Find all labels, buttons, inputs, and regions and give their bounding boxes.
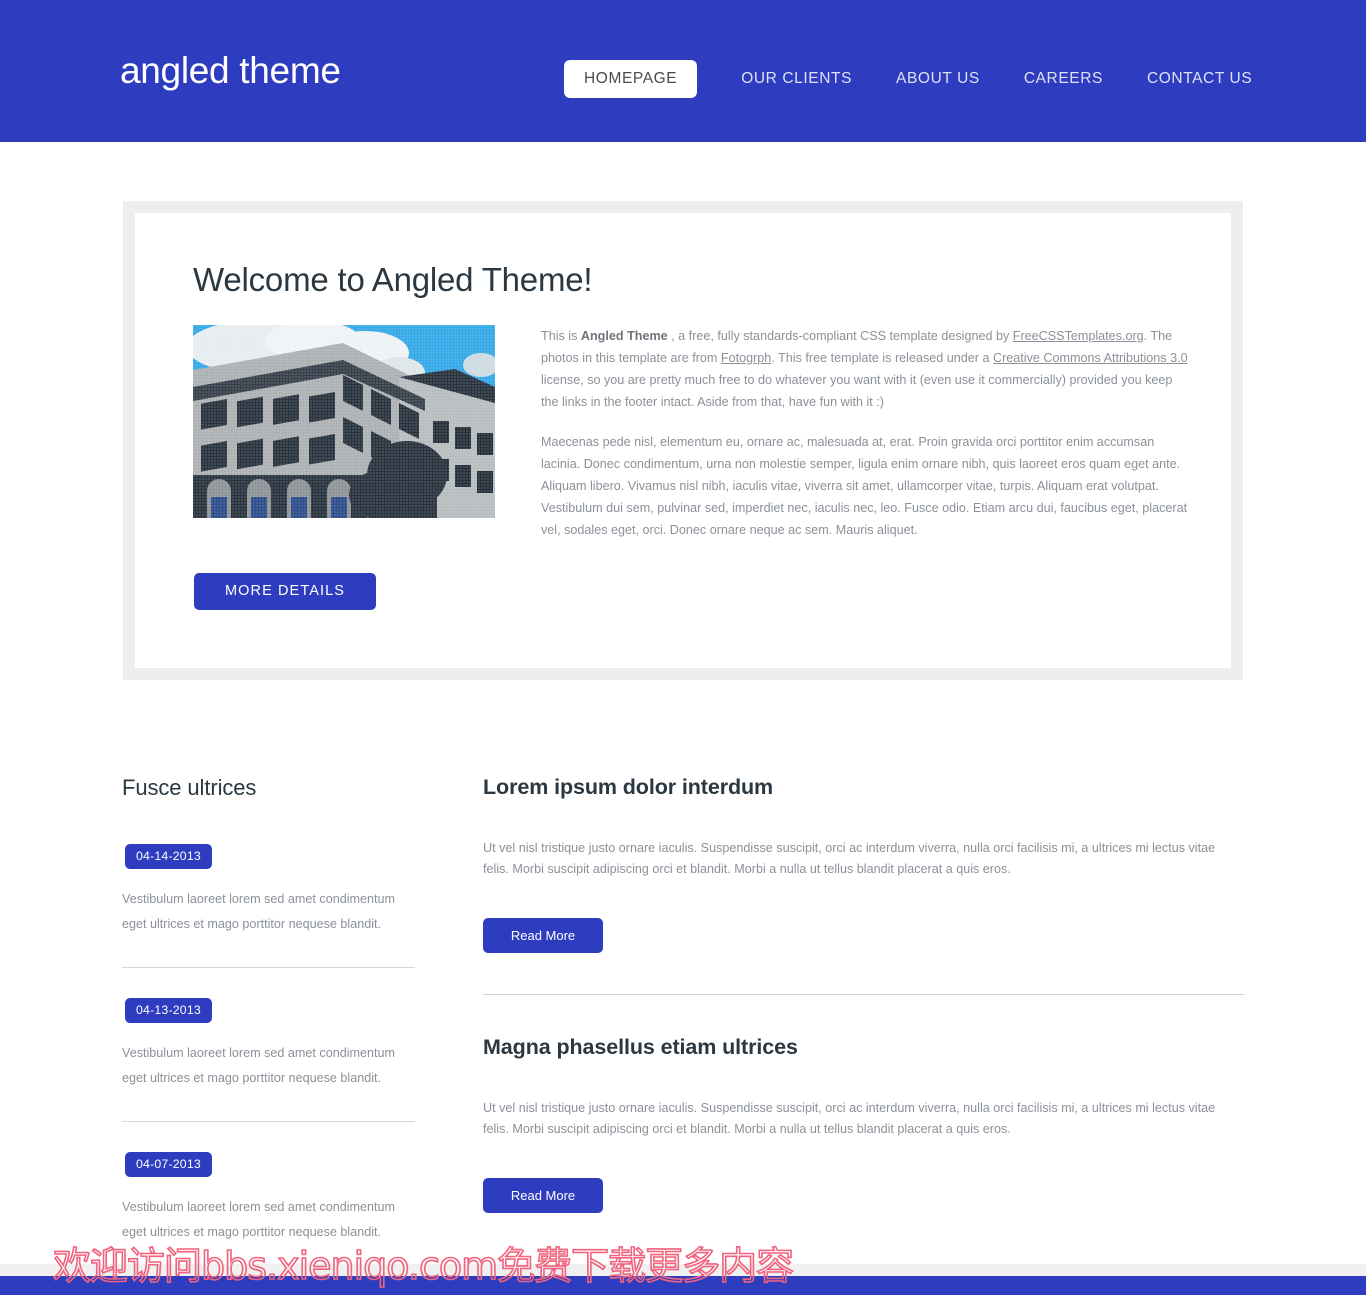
- article-body: Ut vel nisl tristique justo ornare iacul…: [483, 1101, 1216, 1136]
- welcome-text-block: This is Angled Theme , a free, fully sta…: [541, 325, 1193, 541]
- article: Lorem ipsum dolor interdum Ut vel nisl t…: [483, 775, 1245, 953]
- news-sidebar: Fusce ultrices 04-14-2013 Vestibulum lao…: [122, 775, 416, 1245]
- intro-text-5: license, so you are pretty much free to …: [541, 373, 1173, 409]
- welcome-panel: Welcome to Angled Theme! This is Angled …: [135, 213, 1231, 668]
- nav-item-homepage[interactable]: HOMEPAGE: [564, 60, 698, 98]
- site-header: angled theme HOMEPAGE OUR CLIENTS ABOUT …: [0, 0, 1366, 142]
- building-photo: [193, 325, 495, 518]
- site-logo[interactable]: angled theme: [120, 52, 341, 89]
- nav-item-contact-us[interactable]: CONTACT US: [1147, 60, 1252, 98]
- main-navigation: HOMEPAGE OUR CLIENTS ABOUT US CAREERS CO…: [564, 60, 1252, 98]
- welcome-paragraph-2: Maecenas pede nisl, elementum eu, ornare…: [541, 435, 1188, 537]
- read-more-button[interactable]: Read More: [483, 1178, 603, 1213]
- link-creative-commons[interactable]: Creative Commons Attributions 3.0: [993, 351, 1188, 365]
- nav-item-our-clients[interactable]: OUR CLIENTS: [741, 60, 852, 98]
- theme-name: Angled Theme: [580, 329, 668, 343]
- articles-column: Lorem ipsum dolor interdum Ut vel nisl t…: [483, 775, 1245, 1213]
- read-more-button[interactable]: Read More: [483, 918, 603, 953]
- nav-item-careers[interactable]: CAREERS: [1024, 60, 1103, 98]
- status-badge: 04-07-2013: [125, 1152, 212, 1177]
- list-item[interactable]: 04-07-2013 Vestibulum laoreet lorem sed …: [122, 1152, 416, 1245]
- list-item[interactable]: 04-14-2013 Vestibulum laoreet lorem sed …: [122, 844, 416, 937]
- article-title: Magna phasellus etiam ultrices: [483, 1035, 798, 1059]
- divider: [122, 967, 415, 968]
- link-freecsstemplates[interactable]: FreeCSSTemplates.org: [1013, 329, 1144, 343]
- divider: [122, 1121, 415, 1122]
- article-body: Ut vel nisl tristique justo ornare iacul…: [483, 841, 1216, 876]
- site-footer: [0, 1276, 1366, 1295]
- article: Magna phasellus etiam ultrices Ut vel ni…: [483, 1035, 1245, 1213]
- list-item-text: Vestibulum laoreet lorem sed amet condim…: [122, 892, 395, 931]
- list-item[interactable]: 04-13-2013 Vestibulum laoreet lorem sed …: [122, 998, 416, 1091]
- intro-text-1: This is: [541, 329, 581, 343]
- status-badge: 04-13-2013: [125, 998, 212, 1023]
- status-badge: 04-14-2013: [125, 844, 212, 869]
- intro-text-4: . This free template is released under a: [771, 351, 993, 365]
- article-title: Lorem ipsum dolor interdum: [483, 775, 774, 799]
- welcome-panel-frame: Welcome to Angled Theme! This is Angled …: [123, 201, 1243, 680]
- welcome-paragraph-1: This is Angled Theme , a free, fully sta…: [541, 325, 1193, 413]
- list-item-text: Vestibulum laoreet lorem sed amet condim…: [122, 1046, 395, 1085]
- footer-strip: [0, 1264, 1366, 1276]
- sidebar-heading: Fusce ultrices: [122, 775, 257, 800]
- page-title: Welcome to Angled Theme!: [193, 261, 593, 298]
- nav-item-about-us[interactable]: ABOUT US: [896, 60, 980, 98]
- more-details-button[interactable]: MORE DETAILS: [194, 573, 376, 610]
- intro-text-2: , a free, fully standards-compliant CSS …: [667, 329, 1013, 343]
- divider: [483, 994, 1244, 995]
- list-item-text: Vestibulum laoreet lorem sed amet condim…: [122, 1200, 395, 1239]
- link-fotogrph[interactable]: Fotogrph: [721, 351, 771, 365]
